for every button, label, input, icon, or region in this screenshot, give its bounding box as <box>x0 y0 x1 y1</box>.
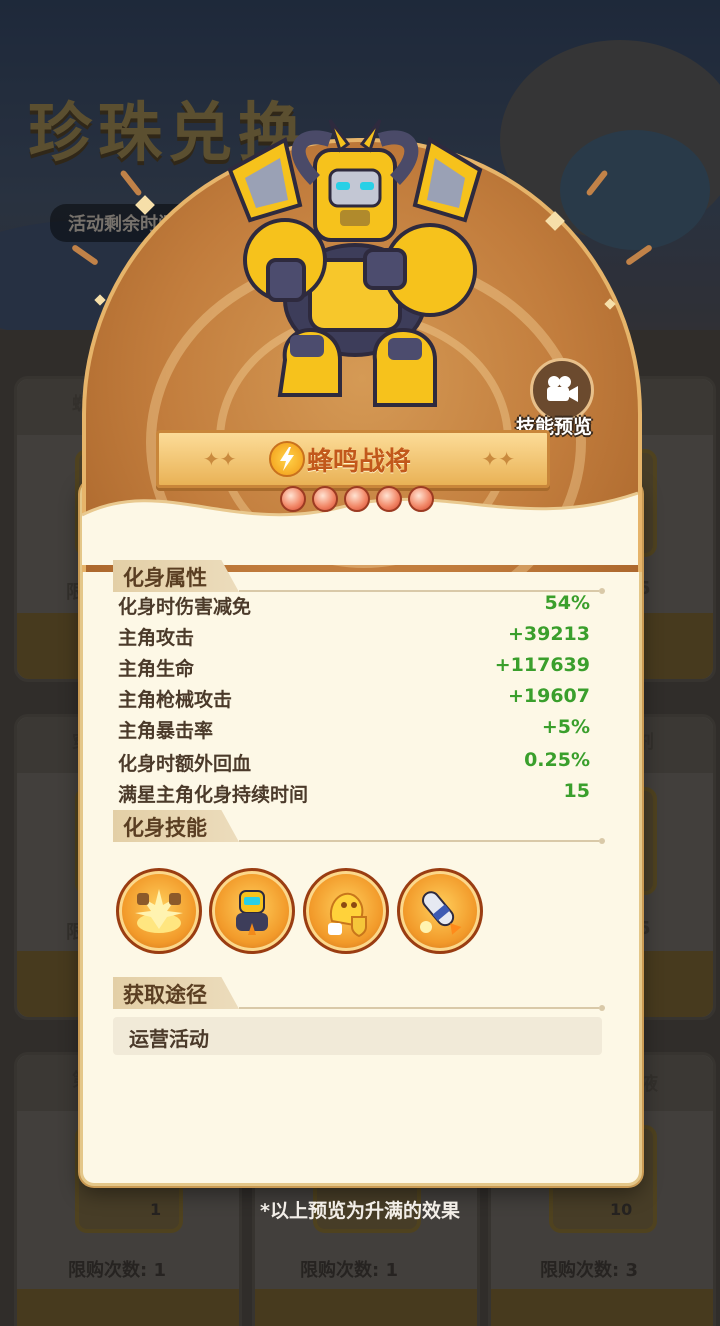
bumblebee-robot-hero-icon <box>227 119 483 407</box>
attribute-label: 主角暴击率 <box>118 720 214 742</box>
attribute-row: 主角生命 +117639 <box>118 654 590 684</box>
attribute-value: +5% <box>541 716 590 738</box>
hero-star-rating <box>280 486 434 512</box>
yellow-blob-shield-skill-icon[interactable] <box>303 868 389 954</box>
section-divider <box>239 1005 605 1011</box>
star-icon <box>376 486 402 512</box>
skills-header: 化身技能 <box>113 810 239 842</box>
attribute-row: 主角枪械攻击 +19607 <box>118 685 590 715</box>
attribute-row: 化身时额外回血 0.25% <box>118 749 590 779</box>
attribute-value: +19607 <box>507 685 590 707</box>
attribute-row: 化身时伤害减免 54% <box>118 592 590 622</box>
star-icon <box>344 486 370 512</box>
attribute-value: +117639 <box>494 654 590 676</box>
attribute-label: 主角生命 <box>118 658 195 680</box>
banner-sparkle-icon: ✦✦ <box>481 447 515 471</box>
fist-burst-skill-icon[interactable] <box>116 868 202 954</box>
attribute-label: 化身时伤害减免 <box>118 596 252 618</box>
attribute-row: 主角暴击率 +5% <box>118 716 590 746</box>
attribute-label: 主角攻击 <box>118 627 195 649</box>
attribute-value: +39213 <box>507 623 590 645</box>
source-header: 获取途径 <box>113 977 239 1009</box>
attribute-row: 满星主角化身持续时间 15 <box>118 780 590 810</box>
video-camera-icon <box>547 376 578 402</box>
lightning-bolt-icon <box>269 441 305 477</box>
hero-name-banner: ✦✦ ✦✦ 蜂鸣战将 <box>129 430 577 488</box>
star-icon <box>408 486 434 512</box>
preview-footnote: *以上预览为升满的效果 <box>260 1200 460 1222</box>
attribute-label: 满星主角化身持续时间 <box>118 784 309 806</box>
attribute-label: 化身时额外回血 <box>118 753 252 775</box>
attribute-label: 主角枪械攻击 <box>118 689 233 711</box>
attribute-row: 主角攻击 +39213 <box>118 623 590 653</box>
attributes-header: 化身属性 <box>113 560 239 592</box>
rocket-missile-skill-icon[interactable] <box>397 868 483 954</box>
star-icon <box>280 486 306 512</box>
star-icon <box>312 486 338 512</box>
attribute-value: 15 <box>563 780 590 802</box>
source-value: 运营活动 <box>129 1027 209 1051</box>
hero-name: 蜂鸣战将 <box>307 447 412 477</box>
section-divider <box>239 838 605 844</box>
attribute-value: 54% <box>544 592 590 614</box>
source-value-box: 运营活动 <box>113 1017 602 1055</box>
attribute-value: 0.25% <box>524 749 590 771</box>
robot-bee-skill-icon[interactable] <box>209 868 295 954</box>
banner-sparkle-icon: ✦✦ <box>203 447 237 471</box>
